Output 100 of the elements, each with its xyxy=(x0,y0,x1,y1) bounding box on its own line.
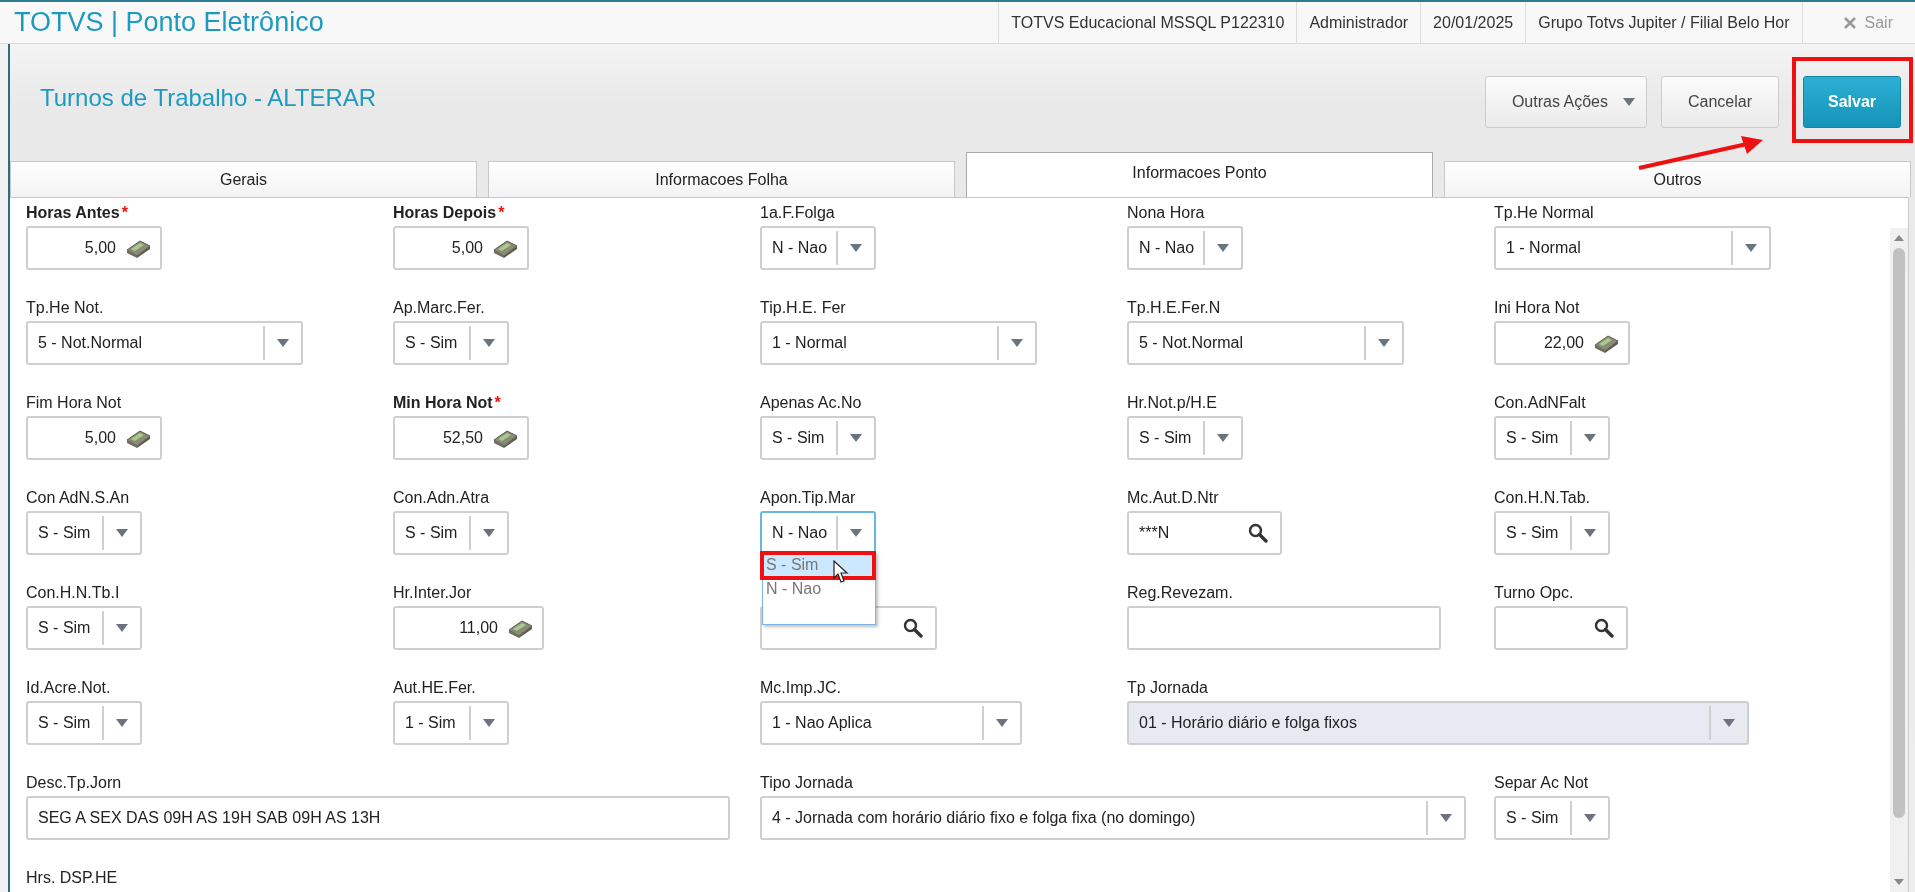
dropdown-field[interactable]: S - Sim xyxy=(26,701,142,745)
dropdown-field[interactable]: S - Sim xyxy=(26,511,142,555)
calculator-icon xyxy=(124,428,152,448)
number-field[interactable]: 5,00 xyxy=(26,416,162,460)
required-mark: * xyxy=(494,394,501,412)
caret-icon xyxy=(1621,97,1636,107)
field-label: Turno Opc. xyxy=(1494,584,1574,602)
mouse-cursor-icon xyxy=(833,560,849,584)
dropdown-field[interactable]: S - Sim xyxy=(1127,416,1243,460)
field-label: Id.Acre.Not. xyxy=(26,679,111,697)
number-field[interactable]: 11,00 xyxy=(393,606,544,650)
field-label: Tipo Jornada xyxy=(760,774,853,792)
number-field[interactable]: 52,50 xyxy=(393,416,529,460)
field-label: Tip.H.E. Fer xyxy=(760,299,846,317)
field-label: Apon.Tip.Mar xyxy=(760,489,856,507)
field-label: Tp.H.E.Fer.N xyxy=(1127,299,1221,317)
text-field[interactable]: SEG A SEX DAS 09H AS 19H SAB 09H AS 13H xyxy=(26,796,730,840)
scroll-thumb[interactable] xyxy=(1893,248,1905,818)
dropdown-field[interactable]: S - Sim xyxy=(393,321,509,365)
lookup-field[interactable]: ***N xyxy=(1127,511,1282,555)
dropdown-field[interactable]: 5 - Not.Normal xyxy=(1127,321,1404,365)
dropdown-field[interactable]: S - Sim xyxy=(1494,416,1610,460)
field-label: Tp Jornada xyxy=(1127,679,1208,697)
dropdown-field[interactable]: S - Sim xyxy=(1494,511,1610,555)
dropdown-field[interactable]: S - Sim xyxy=(760,416,876,460)
caret-icon xyxy=(482,718,496,728)
tab[interactable]: Informacoes Ponto xyxy=(966,152,1433,197)
field-label: Con.H.N.Tb.I xyxy=(26,584,120,602)
caret-icon xyxy=(1583,813,1597,823)
dropdown-field[interactable]: 4 - Jornada com horário diário fixo e folga fixa (no domingo) xyxy=(760,796,1466,840)
field-label: Min Hora Not xyxy=(393,394,493,412)
field-label: Mc.Imp.JC. xyxy=(760,679,841,697)
caret-icon xyxy=(1583,528,1597,538)
tab[interactable]: Informacoes Folha xyxy=(488,161,955,197)
dropdown-field[interactable]: S - Sim xyxy=(26,606,142,650)
field-label: 1a.F.Folga xyxy=(760,204,835,222)
field-label: Mc.Aut.D.Ntr xyxy=(1127,489,1219,507)
calculator-icon xyxy=(506,618,534,638)
tab[interactable]: Gerais xyxy=(10,161,477,197)
caret-icon xyxy=(115,718,129,728)
scrollbar[interactable] xyxy=(1890,228,1908,892)
caret-icon xyxy=(1583,433,1597,443)
caret-icon xyxy=(849,243,863,253)
field-label: Hrs. DSP.HE xyxy=(26,869,118,887)
dropdown-option[interactable]: N - Nao xyxy=(763,577,875,601)
dropdown-field[interactable]: N - Nao xyxy=(760,226,876,270)
number-field[interactable]: 5,00 xyxy=(393,226,529,270)
calculator-icon xyxy=(491,428,519,448)
field-label: Con AdN.S.An xyxy=(26,489,130,507)
field-label: Tp.He Not. xyxy=(26,299,104,317)
field-label: Hr.Not.p/H.E xyxy=(1127,394,1217,412)
caret-icon xyxy=(1377,338,1391,348)
calculator-icon xyxy=(1592,333,1620,353)
field-label: Horas Antes xyxy=(26,204,120,222)
number-field[interactable]: 22,00 xyxy=(1494,321,1630,365)
header-info: 20/01/2025 xyxy=(1420,1,1526,44)
field-label: Desc.Tp.Jorn xyxy=(26,774,122,792)
dropdown-field[interactable]: N - Nao xyxy=(1127,226,1243,270)
caret-icon xyxy=(995,718,1009,728)
required-mark: * xyxy=(121,204,128,222)
dropdown-field[interactable]: 1 - Normal xyxy=(760,321,1037,365)
caret-icon xyxy=(1439,813,1453,823)
caret-icon xyxy=(1216,433,1230,443)
dropdown-field[interactable]: S - Sim xyxy=(1494,796,1610,840)
dropdown-field[interactable]: 1 - Sim xyxy=(393,701,509,745)
text-field[interactable] xyxy=(1127,606,1441,650)
caret-icon xyxy=(276,338,290,348)
search-icon xyxy=(1248,523,1268,543)
dropdown-field[interactable]: 1 - Normal xyxy=(1494,226,1771,270)
field-label: Separ Ac Not xyxy=(1494,774,1589,792)
field-label: Reg.Revezam. xyxy=(1127,584,1233,602)
field-label: Nona Hora xyxy=(1127,204,1205,222)
header-info: TOTVS Educacional MSSQL P122310 xyxy=(998,1,1297,44)
field-label: Hr.Inter.Jor xyxy=(393,584,472,602)
number-field[interactable]: 5,00 xyxy=(26,226,162,270)
search-icon xyxy=(1594,618,1614,638)
dropdown-field[interactable]: 1 - Nao Aplica xyxy=(760,701,1022,745)
app-title: TOTVS | Ponto Eletrônico xyxy=(14,7,324,38)
close-icon xyxy=(1842,15,1857,30)
search-icon xyxy=(903,618,923,638)
field-label: Fim Hora Not xyxy=(26,394,122,412)
caret-icon xyxy=(482,528,496,538)
tab[interactable]: Outros xyxy=(1444,161,1911,197)
scroll-down-icon xyxy=(1893,878,1905,886)
dropdown-field[interactable]: 5 - Not.Normal xyxy=(26,321,303,365)
caret-icon xyxy=(1722,718,1736,728)
field-label: Aut.HE.Fer. xyxy=(393,679,476,697)
calculator-icon xyxy=(124,238,152,258)
dropdown-field[interactable]: S - Sim xyxy=(393,511,509,555)
cancel-button[interactable]: Cancelar xyxy=(1660,76,1779,128)
more-actions-button[interactable]: Outras Ações xyxy=(1484,76,1647,128)
field-label: Horas Depois xyxy=(393,204,497,222)
caret-icon xyxy=(482,338,496,348)
field-label: Con.Adn.Atra xyxy=(393,489,490,507)
field-label: Ini Hora Not xyxy=(1494,299,1580,317)
calculator-icon xyxy=(491,238,519,258)
caret-icon xyxy=(115,528,129,538)
lookup-field[interactable] xyxy=(1494,606,1628,650)
caret-icon xyxy=(115,623,129,633)
caret-icon xyxy=(1010,338,1024,348)
